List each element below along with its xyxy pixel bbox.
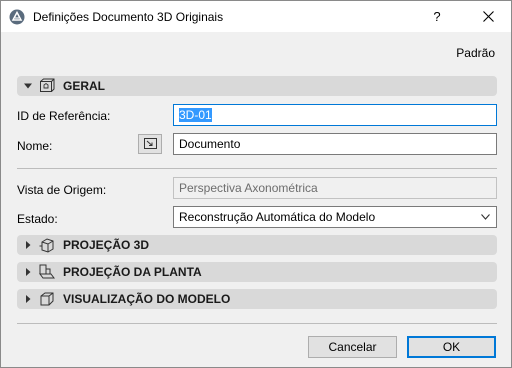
section-model-display-header[interactable]: VISUALIZAÇÃO DO MODELO xyxy=(17,289,497,309)
source-view-label: Vista de Origem: xyxy=(17,183,107,197)
expanded-triangle-icon xyxy=(24,83,32,89)
status-label: Estado: xyxy=(17,212,58,226)
source-view-value: Perspectiva Axonométrica xyxy=(179,181,318,195)
section-3d-projection-title: PROJEÇÃO 3D xyxy=(63,238,150,252)
reference-id-label: ID de Referência: xyxy=(17,109,111,123)
section-3d-projection-header[interactable]: PROJEÇÃO 3D xyxy=(17,235,497,255)
reference-id-value: 3D-01 xyxy=(179,108,212,122)
name-label: Nome: xyxy=(17,139,53,153)
section-floor-plan-projection-header[interactable]: PROJEÇÃO DA PLANTA xyxy=(17,262,497,282)
collapsed-triangle-icon xyxy=(26,241,31,249)
arrow-into-box-icon xyxy=(144,138,157,149)
status-value: Reconstrução Automática do Modelo xyxy=(179,210,376,224)
model-display-icon xyxy=(40,292,54,306)
section-floor-plan-projection-title: PROJEÇÃO DA PLANTA xyxy=(63,265,202,279)
section-general-header[interactable]: GERAL xyxy=(17,76,497,96)
cancel-button[interactable]: Cancelar xyxy=(308,336,397,358)
name-value: Documento xyxy=(179,137,241,151)
chevron-down-icon xyxy=(481,214,490,220)
divider xyxy=(17,323,497,324)
general-settings-icon xyxy=(40,78,55,92)
ok-button[interactable]: OK xyxy=(407,336,496,358)
name-input[interactable]: Documento xyxy=(173,133,497,155)
cube-projection-icon xyxy=(39,238,54,253)
section-model-display-title: VISUALIZAÇÃO DO MODELO xyxy=(63,292,231,306)
source-view-field: Perspectiva Axonométrica xyxy=(173,177,497,199)
close-icon xyxy=(483,11,494,22)
collapsed-triangle-icon xyxy=(26,268,31,276)
window-title: Definições Documento 3D Originais xyxy=(33,10,224,24)
reference-id-input[interactable]: 3D-01 xyxy=(173,104,497,126)
close-button[interactable] xyxy=(473,6,505,28)
dialog-window: Definições Documento 3D Originais ? Padr… xyxy=(0,0,512,368)
name-options-button[interactable] xyxy=(138,134,162,154)
floor-plan-projection-icon xyxy=(39,264,55,279)
section-general-title: GERAL xyxy=(63,79,105,93)
help-button[interactable]: ? xyxy=(425,6,449,28)
divider xyxy=(17,168,497,169)
archicad-app-icon xyxy=(9,9,25,25)
status-dropdown[interactable]: Reconstrução Automática do Modelo xyxy=(173,206,497,228)
title-bar[interactable]: Definições Documento 3D Originais ? xyxy=(1,1,511,32)
collapsed-triangle-icon xyxy=(26,295,31,303)
defaults-link[interactable]: Padrão xyxy=(456,46,495,60)
